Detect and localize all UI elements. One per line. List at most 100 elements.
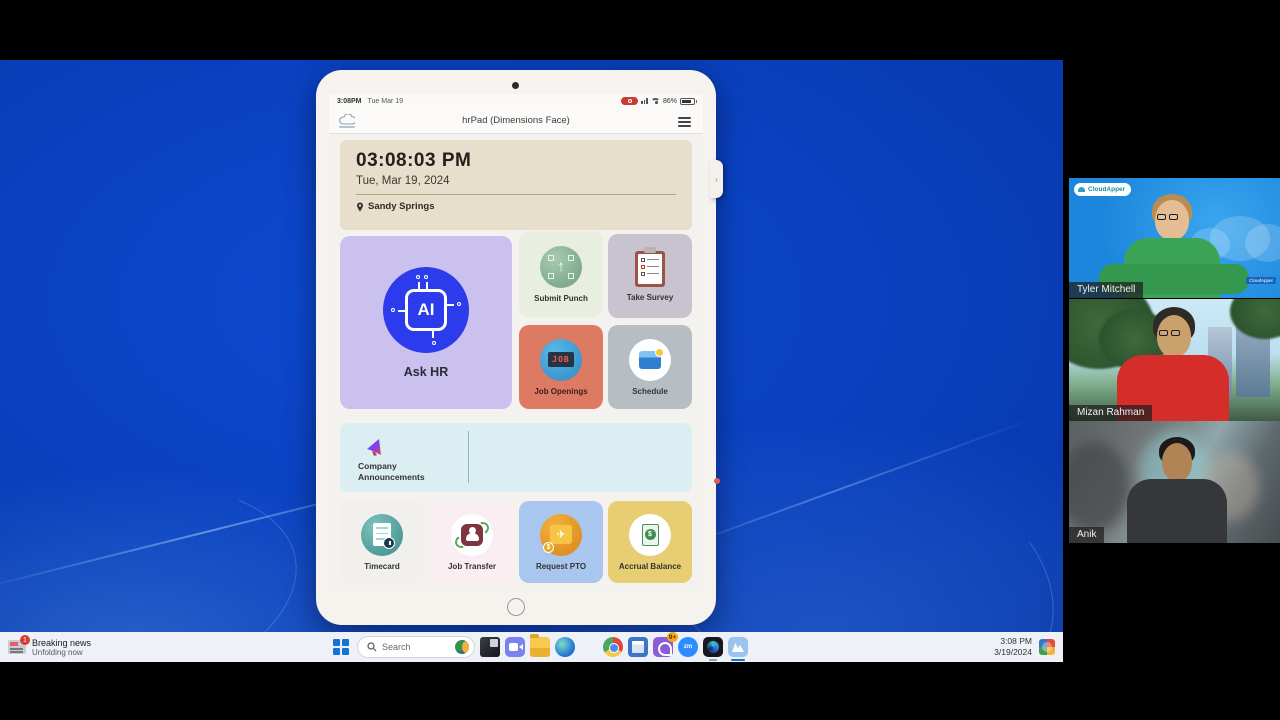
job-transfer-icon [451, 514, 493, 556]
ai-icon: AI [383, 267, 469, 353]
ios-status-bar: 3:08PMTue Mar 19 86% [329, 94, 703, 108]
start-button[interactable] [333, 639, 349, 655]
notification-count-badge: 9+ [667, 632, 678, 642]
tablet-screen: 3:08PMTue Mar 19 86% hrPad (Dimensions F… [329, 94, 703, 595]
widgets-news-button[interactable]: 1 Breaking news Unfolding now [8, 638, 158, 657]
person-head [1157, 315, 1191, 357]
teams-chat-button[interactable] [505, 637, 525, 657]
wallpaper-swirl [0, 449, 318, 662]
announcements-divider [468, 431, 469, 483]
tile-timecard[interactable]: Timecard [340, 501, 424, 583]
letterbox-bottom [0, 662, 1280, 720]
status-time: 3:08PM [337, 98, 362, 105]
edge-browser-button[interactable] [555, 637, 575, 657]
tablet-device-frame: 3:08PMTue Mar 19 86% hrPad (Dimensions F… [316, 70, 716, 625]
search-placeholder: Search [382, 642, 450, 652]
survey-clipboard-icon [635, 251, 665, 287]
tile-label: Schedule [632, 387, 668, 396]
person-head [1162, 443, 1192, 481]
tray-app-icon[interactable] [1039, 639, 1055, 655]
cloud-icon [1078, 187, 1085, 192]
request-pto-icon: ✈ $ [540, 514, 582, 556]
taskbar-clock[interactable]: 3:08 PM 3/19/2024 [994, 636, 1032, 658]
pto-dollar-badge: $ [543, 542, 554, 553]
app-header: hrPad (Dimensions Face) [329, 108, 703, 134]
job-sign-text: JOB [548, 352, 574, 367]
glasses [1157, 214, 1178, 220]
search-icon [367, 642, 377, 652]
windows-desktop: 3:08PMTue Mar 19 86% hrPad (Dimensions F… [0, 60, 1063, 662]
video-tile-tyler[interactable]: CloudApper CloudApper Tyler Mitchell [1069, 178, 1280, 298]
tablet-home-button[interactable] [507, 598, 525, 616]
clock-time: 03:08:03 PM [356, 150, 676, 172]
loop-app-button[interactable]: 9+ [653, 637, 673, 657]
accrual-dollar: $ [645, 529, 656, 540]
bing-daily-icon[interactable] [455, 640, 469, 654]
participant-name: Tyler Mitchell [1069, 282, 1143, 298]
search-input[interactable]: Search [357, 636, 475, 658]
punch-arrow: ↑ [557, 258, 565, 275]
submit-punch-icon: ↑ [540, 246, 582, 288]
badge-text: CloudApper [1088, 186, 1125, 193]
tile-label: Job Transfer [448, 562, 496, 571]
tile-schedule[interactable]: Schedule [608, 325, 692, 409]
participant-name: Anik [1069, 527, 1104, 543]
company-announcements-panel[interactable]: Company Announcements [340, 423, 692, 492]
participant-name: Mizan Rahman [1069, 405, 1152, 421]
video-tile-anik[interactable]: Anik [1069, 421, 1280, 543]
tile-submit-punch[interactable]: ↑ Submit Punch [519, 231, 603, 317]
chevron-right-icon: › [715, 175, 718, 184]
pto-plane: ✈ [550, 525, 572, 544]
schedule-icon [629, 339, 671, 381]
chrome-browser-button[interactable] [603, 637, 623, 657]
news-title: Breaking news [32, 638, 91, 648]
glasses [1159, 330, 1180, 336]
cloudapper-badge: CloudApper [1074, 183, 1131, 196]
tile-label: Submit Punch [534, 294, 588, 303]
active-app-indicator [731, 659, 745, 662]
status-date: Tue Mar 19 [368, 98, 404, 105]
file-explorer-button[interactable] [530, 637, 550, 657]
location-pin-icon [356, 202, 364, 212]
person-torso [1127, 479, 1227, 543]
clock-card: 03:08:03 PM Tue, Mar 19, 2024 Sandy Spri… [340, 140, 692, 230]
letterbox-top [0, 0, 1280, 60]
side-pull-tab[interactable]: › [710, 160, 723, 198]
clock-date: Tue, Mar 19, 2024 [356, 175, 676, 187]
calculator-button[interactable] [628, 637, 648, 657]
open-app-indicator [709, 659, 717, 662]
tile-job-transfer[interactable]: Job Transfer [430, 501, 514, 583]
tile-accrual-balance[interactable]: $ Accrual Balance [608, 501, 692, 583]
zoom-app-button[interactable]: zm [678, 637, 698, 657]
person-head [1155, 200, 1189, 240]
tile-label: Job Openings [534, 387, 587, 396]
tablet-camera-dot [512, 82, 519, 89]
clipchamp-app-button[interactable] [703, 637, 723, 657]
task-view-button[interactable] [480, 637, 500, 657]
news-icon: 1 [8, 640, 26, 654]
tile-ask-hr[interactable]: AI Ask HR [340, 236, 512, 409]
news-badge: 1 [20, 635, 30, 645]
app-title: hrPad (Dimensions Face) [329, 115, 703, 126]
job-openings-icon: JOB [540, 339, 582, 381]
system-tray: 3:08 PM 3/19/2024 [994, 636, 1055, 658]
tray-date: 3/19/2024 [994, 647, 1032, 658]
zoom-logo-text: zm [684, 644, 692, 650]
video-tile-mizan[interactable]: Mizan Rahman [1069, 299, 1280, 421]
accrual-balance-icon: $ [629, 514, 671, 556]
background-blur [1069, 441, 1129, 531]
tile-job-openings[interactable]: JOB Job Openings [519, 325, 603, 409]
news-subtitle: Unfolding now [32, 648, 91, 657]
tile-label: Ask HR [404, 365, 448, 379]
tile-take-survey[interactable]: Take Survey [608, 234, 692, 318]
menu-icon[interactable] [678, 117, 691, 127]
tile-label: Request PTO [536, 562, 586, 571]
screen-recording-icon[interactable] [621, 97, 638, 105]
tile-request-pto[interactable]: ✈ $ Request PTO [519, 501, 603, 583]
announcements-label: Company Announcements [358, 461, 448, 482]
status-time-date: 3:08PM Tue Mar 19 [337, 98, 409, 105]
cellular-signal-icon [641, 98, 648, 104]
active-app-button[interactable] [728, 637, 748, 657]
wifi-icon [651, 98, 660, 105]
tile-label: Accrual Balance [619, 562, 681, 571]
